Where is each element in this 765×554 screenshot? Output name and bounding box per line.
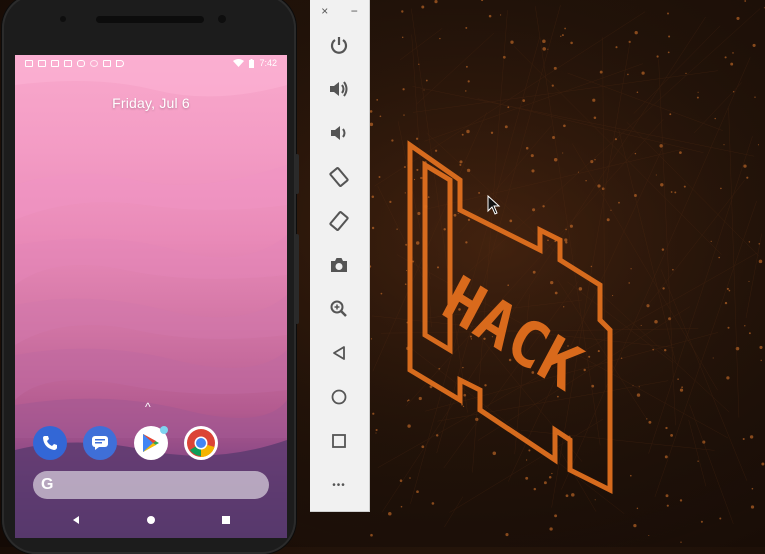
twitter-icon xyxy=(77,59,85,67)
back-icon xyxy=(333,346,345,360)
phone-screen[interactable]: 7:42 Friday, Jul 6 ^ G xyxy=(15,55,287,538)
volume-down-icon xyxy=(331,126,346,140)
rotate-right-icon xyxy=(329,211,349,231)
front-camera xyxy=(60,16,66,22)
power-button[interactable] xyxy=(327,33,351,57)
app-dock xyxy=(15,426,287,462)
home-button[interactable] xyxy=(327,385,351,409)
home-icon xyxy=(331,389,347,405)
side-button-power[interactable] xyxy=(295,154,299,194)
close-button[interactable]: × xyxy=(321,4,328,18)
messages-app-icon[interactable] xyxy=(83,426,117,460)
zoom-icon xyxy=(330,300,347,317)
wifi-icon xyxy=(233,59,245,67)
rotate-left-button[interactable] xyxy=(327,165,351,189)
play-store-icon xyxy=(116,59,124,67)
status-bar: 7:42 xyxy=(15,55,287,71)
overview-icon xyxy=(332,434,346,448)
swipe-up-indicator[interactable]: ^ xyxy=(145,400,151,414)
power-icon xyxy=(330,37,348,54)
battery-icon xyxy=(249,58,255,68)
chrome-app-icon[interactable] xyxy=(184,426,218,460)
camera-icon xyxy=(331,258,347,272)
mail-icon xyxy=(25,59,33,67)
gmail-icon xyxy=(64,59,72,67)
sensor-dot xyxy=(218,15,226,23)
phone-device-frame: 7:42 Friday, Jul 6 ^ G xyxy=(2,0,299,554)
more-icon: ••• xyxy=(332,479,346,491)
rotate-left-icon xyxy=(329,167,349,187)
status-time: 7:42 xyxy=(259,58,277,68)
home-icon[interactable] xyxy=(146,515,156,525)
speaker-grille xyxy=(96,16,204,23)
rotate-right-button[interactable] xyxy=(327,209,351,233)
hack-logo-text: HACK xyxy=(432,261,594,405)
navigation-bar xyxy=(15,507,287,533)
image-icon xyxy=(51,59,59,67)
hack-logo: HACK xyxy=(407,140,613,495)
circle-icon xyxy=(90,59,98,67)
screenshot-button[interactable] xyxy=(327,253,351,277)
play-store-app-icon[interactable] xyxy=(134,426,168,460)
volume-up-icon xyxy=(330,81,348,97)
lock-date[interactable]: Friday, Jul 6 xyxy=(15,95,287,111)
google-logo-icon: G xyxy=(41,476,54,493)
volume-up-button[interactable] xyxy=(327,77,351,101)
notification-dot xyxy=(160,426,168,434)
side-button-volume[interactable] xyxy=(295,234,299,324)
sd-card-icon xyxy=(103,59,111,67)
more-button[interactable]: ••• xyxy=(327,473,351,497)
minimize-button[interactable]: − xyxy=(351,4,358,18)
wallpaper-bands xyxy=(15,55,287,538)
back-icon[interactable] xyxy=(71,515,81,525)
back-button[interactable] xyxy=(327,341,351,365)
google-search-bar[interactable]: G xyxy=(33,471,269,499)
overview-icon[interactable] xyxy=(221,515,231,525)
emulator-toolbar: × − ••• xyxy=(310,0,370,512)
mouse-cursor-icon xyxy=(487,195,501,215)
overview-button[interactable] xyxy=(327,429,351,453)
phone-app-icon[interactable] xyxy=(33,426,67,460)
volume-down-button[interactable] xyxy=(327,121,351,145)
person-icon xyxy=(38,59,46,67)
zoom-button[interactable] xyxy=(327,297,351,321)
